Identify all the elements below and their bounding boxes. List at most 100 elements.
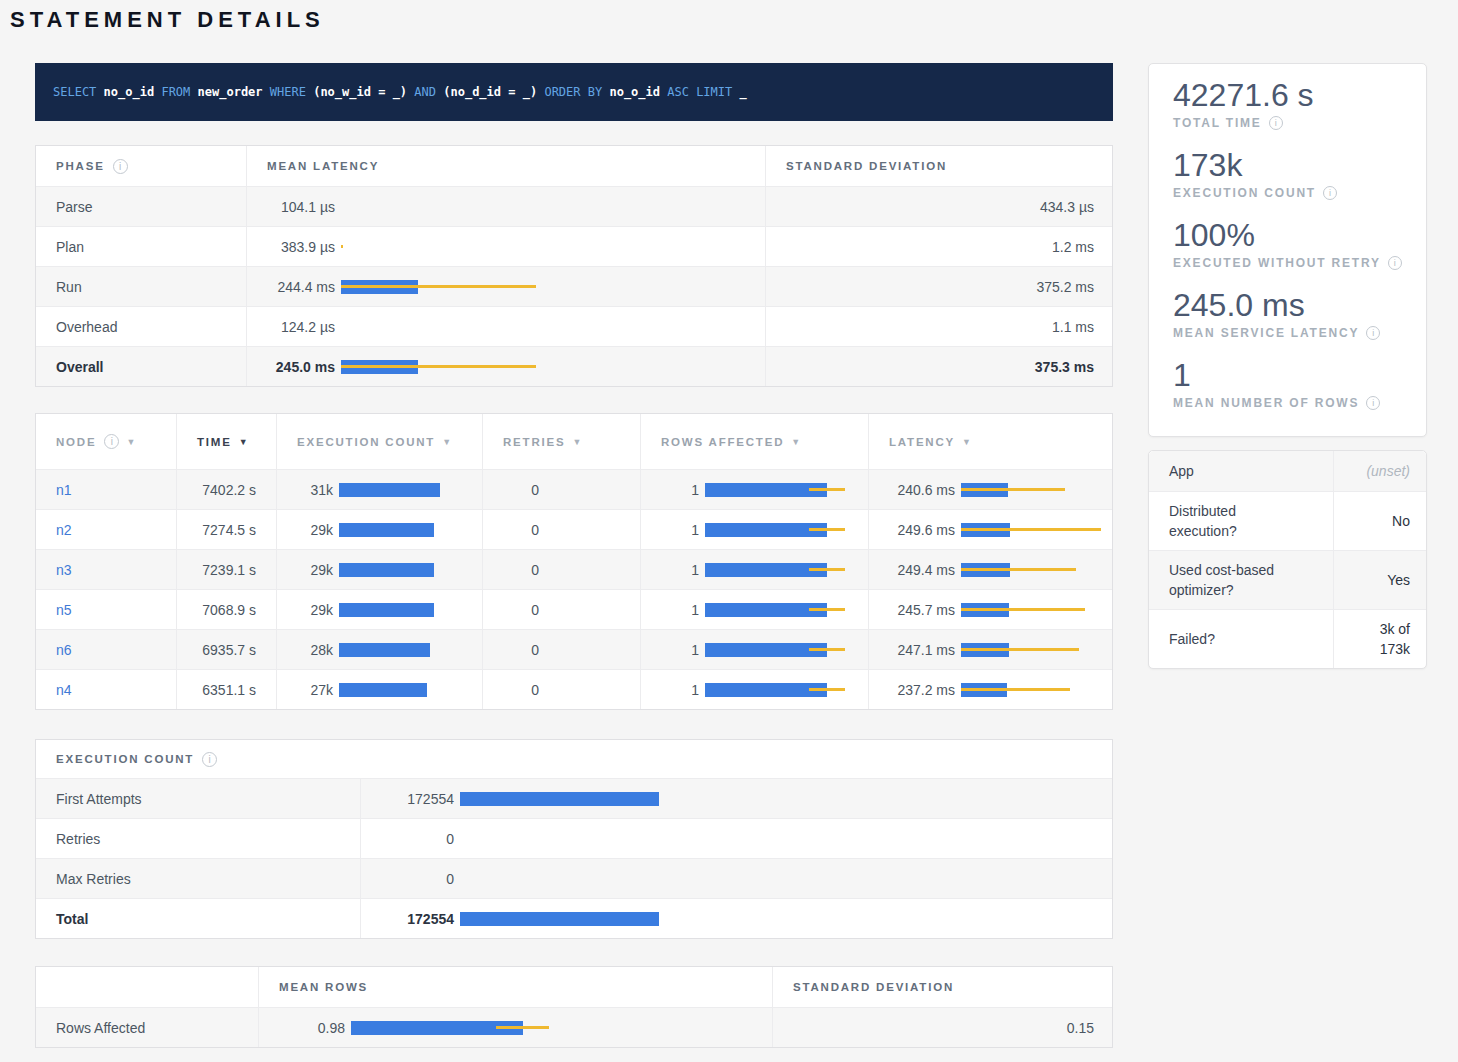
mean-rows-cell: 0.98 (258, 1008, 772, 1047)
bar-chart (545, 683, 632, 697)
summary-stat: 100%EXECUTED WITHOUT RETRY i (1149, 214, 1426, 284)
node-column-header[interactable]: NODEi▼ (36, 414, 176, 469)
execution-count-cell: 31k (276, 470, 482, 509)
bar-chart (705, 483, 860, 497)
bar-chart (705, 563, 860, 577)
attribute-row: Used cost-based optimizer?Yes (1149, 550, 1426, 609)
retries-cell: 0 (482, 510, 640, 549)
attribute-label: Failed? (1149, 610, 1334, 668)
sort-arrow-icon[interactable]: ▼ (791, 437, 800, 447)
node-link[interactable]: n4 (56, 682, 72, 698)
blank-column-header (36, 967, 258, 1007)
rows-affected-column-header[interactable]: ROWS AFFECTED▼ (640, 414, 868, 469)
info-icon[interactable]: i (1323, 186, 1337, 200)
bar-value: 0 (491, 522, 539, 538)
bar-value: 245.0 ms (255, 359, 335, 375)
summary-stat: 173kEXECUTION COUNT i (1149, 144, 1426, 214)
stddev-line (809, 688, 846, 691)
sort-arrow-icon[interactable]: ▼ (962, 437, 971, 447)
mean-bar (339, 523, 434, 537)
summary-stat-value: 1 (1173, 354, 1410, 396)
mean-latency-header-label: MEAN LATENCY (267, 160, 379, 172)
node-link[interactable]: n6 (56, 642, 72, 658)
time-value: 7068.9 s (176, 590, 276, 629)
stddev-line (809, 568, 846, 571)
sql-statement: SELECT no_o_id FROM new_order WHERE (no_… (53, 85, 747, 99)
bar-value: 29k (285, 602, 333, 618)
node-link[interactable]: n1 (56, 482, 72, 498)
execution-count-label: First Attempts (36, 779, 360, 818)
stddev-value: 375.2 ms (765, 267, 1114, 306)
node-link[interactable]: n2 (56, 522, 72, 538)
sort-arrow-icon[interactable]: ▼ (442, 437, 451, 447)
info-icon[interactable]: i (1366, 326, 1380, 340)
sort-arrow-icon[interactable]: ▼ (126, 437, 135, 447)
summary-stat-value: 173k (1173, 144, 1410, 186)
rows-affected-cell: 1 (640, 510, 868, 549)
sql-token-keyword: ORDER BY (544, 85, 602, 99)
sort-arrow-icon[interactable]: ▼ (239, 437, 248, 447)
content: SELECT no_o_id FROM new_order WHERE (no_… (0, 63, 1458, 1048)
bar-chart (961, 603, 1106, 617)
phase-column-header[interactable]: PHASE i (36, 146, 246, 186)
stddev-line (809, 648, 846, 651)
retries-cell: 0 (482, 670, 640, 709)
attribute-row: App(unset) (1149, 451, 1426, 491)
attribute-row: Distributed execution?No (1149, 491, 1426, 550)
info-icon[interactable]: i (1388, 256, 1402, 270)
bar-chart (339, 683, 474, 697)
mean-bar (339, 563, 434, 577)
node-link[interactable]: n3 (56, 562, 72, 578)
node-cell: n1 (36, 470, 176, 509)
info-icon[interactable]: i (1269, 116, 1283, 130)
node-row: n46351.1 s27k01237.2 ms (36, 669, 1112, 709)
retries-column-header[interactable]: RETRIES▼ (482, 414, 640, 469)
attribute-value: (unset) (1366, 451, 1426, 491)
bar-chart (545, 523, 632, 537)
execution-count-column-header[interactable]: EXECUTION COUNT▼ (276, 414, 482, 469)
summary-stat-label: MEAN NUMBER OF ROWSi (1173, 396, 1410, 410)
phase-name: Plan (36, 227, 246, 266)
bar-value: 104.1 µs (255, 199, 335, 215)
bar-value: 247.1 ms (877, 642, 955, 658)
time-column-header[interactable]: TIME▼ (176, 414, 276, 469)
sql-token-keyword: ASC LIMIT (667, 85, 732, 99)
time-value: 7402.2 s (176, 470, 276, 509)
attribute-label: Distributed execution? (1149, 492, 1334, 550)
bar-chart (339, 643, 474, 657)
bar-value: 1 (649, 562, 699, 578)
sql-token-keyword: WHERE (270, 85, 306, 99)
rows-affected-cell: 1 (640, 470, 868, 509)
phase-name: Parse (36, 187, 246, 226)
bar-value: 0 (491, 642, 539, 658)
phase-latency-table: PHASE i MEAN LATENCY STANDARD DEVIATION Pars… (35, 145, 1113, 387)
rows-affected-cell: 1 (640, 590, 868, 629)
info-icon[interactable]: i (202, 752, 217, 767)
info-icon[interactable]: i (113, 159, 128, 174)
execution-count-row: Max Retries0 (36, 858, 1112, 898)
phase-header-label: PHASE (56, 160, 105, 172)
attribute-value: Yes (1387, 551, 1426, 609)
bar-value: 1 (649, 602, 699, 618)
rows-affected-label: Rows Affected (36, 1008, 258, 1047)
time-value: 7274.5 s (176, 510, 276, 549)
sort-arrow-icon[interactable]: ▼ (572, 437, 581, 447)
summary-stat-label-text: EXECUTED WITHOUT RETRY (1173, 256, 1381, 270)
info-icon[interactable]: i (1366, 396, 1380, 410)
latency-column-header[interactable]: LATENCY▼ (868, 414, 1114, 469)
stddev-line (961, 648, 1079, 651)
execution-count-row: Total172554 (36, 898, 1112, 938)
sql-token-keyword: SELECT (53, 85, 96, 99)
node-link[interactable]: n5 (56, 602, 72, 618)
summary-stat-value: 42271.6 s (1173, 74, 1410, 116)
info-icon[interactable]: i (104, 434, 119, 449)
stddev-line (961, 488, 1065, 491)
stddev-column-header[interactable]: STANDARD DEVIATION (765, 146, 1114, 186)
bar-value: 0 (491, 602, 539, 618)
summary-stat-value: 100% (1173, 214, 1410, 256)
summary-stat-label-text: EXECUTION COUNT (1173, 186, 1316, 200)
bar-chart (460, 832, 1106, 846)
rows-affected-cell: 1 (640, 670, 868, 709)
mean-latency-column-header[interactable]: MEAN LATENCY (246, 146, 765, 186)
node-cell: n6 (36, 630, 176, 669)
